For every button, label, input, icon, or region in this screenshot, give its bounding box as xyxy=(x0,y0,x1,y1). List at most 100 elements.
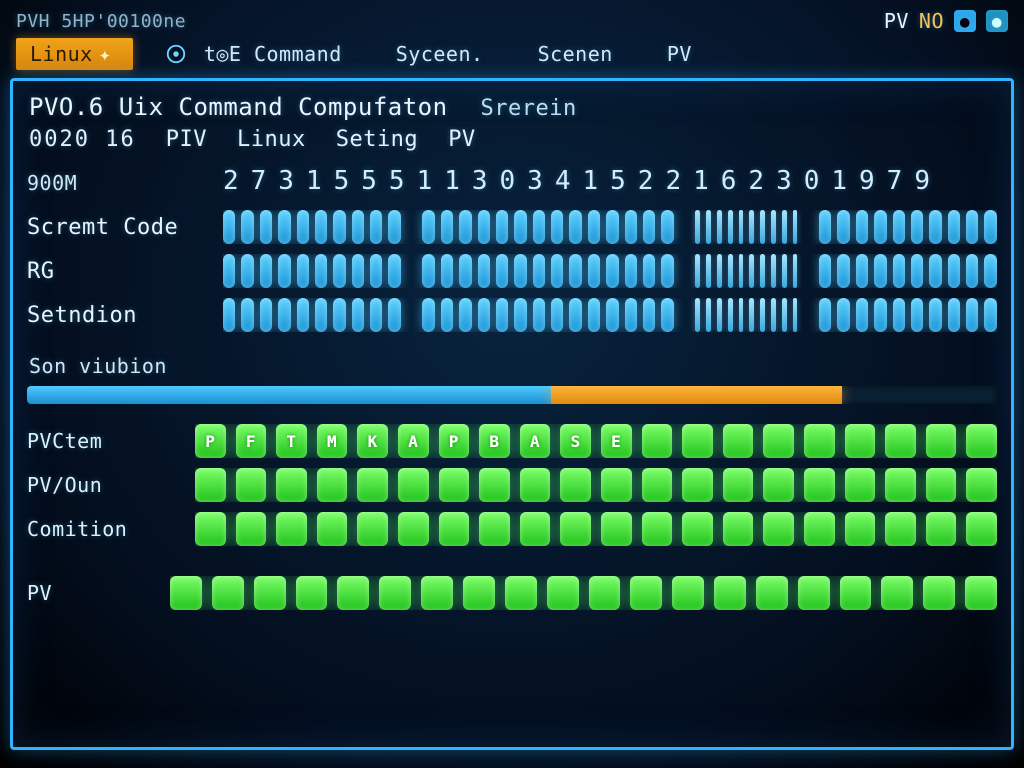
meter-cell xyxy=(569,254,581,288)
indicator-block xyxy=(714,576,746,610)
meter-cell xyxy=(837,210,849,244)
meter-cell xyxy=(874,254,886,288)
meter-cell-thin xyxy=(728,298,733,332)
indicator-block xyxy=(965,576,997,610)
meter-cell xyxy=(966,210,978,244)
lower-row-blocks xyxy=(195,468,997,502)
meter-cell-thin xyxy=(717,254,722,288)
indicator-block: S xyxy=(560,424,591,458)
meter-cell xyxy=(260,254,272,288)
indicator-block xyxy=(236,468,267,502)
meter-cell-thin xyxy=(771,254,776,288)
meter-cell xyxy=(625,254,637,288)
crt-screen: PVH 5HP'00100ne PV NO ● ● Linux✦ t◎E Com… xyxy=(0,0,1024,768)
matrix-row-label: Scremt Code xyxy=(27,215,207,240)
meter-cell xyxy=(856,210,868,244)
indicator-block xyxy=(439,512,470,546)
meter-cell xyxy=(278,298,290,332)
indicator-block xyxy=(682,512,713,546)
subrow-numbers: 0020 16 xyxy=(29,127,136,152)
tab-pv[interactable]: PV xyxy=(653,38,714,70)
meter-cell xyxy=(441,254,453,288)
indicator-block xyxy=(317,468,348,502)
panel-title-text: PVO.6 Uix Command Compufaton xyxy=(29,93,448,121)
meter-cell xyxy=(422,210,434,244)
meter-cell xyxy=(837,254,849,288)
indicator-block xyxy=(642,512,673,546)
meter-cell xyxy=(223,298,235,332)
tab-label: Syceen. xyxy=(396,42,484,66)
indicator-block xyxy=(763,424,794,458)
panel-subrow: 0020 16 PIV Linux Seting PV xyxy=(29,127,997,152)
meter-cell xyxy=(606,210,618,244)
indicator-block xyxy=(881,576,913,610)
meter-cell xyxy=(278,210,290,244)
status-left-text: PVH 5HP'00100ne xyxy=(16,11,186,32)
indicator-block xyxy=(885,424,916,458)
meter-cell xyxy=(911,210,923,244)
indicator-block xyxy=(682,424,713,458)
meter-cell xyxy=(911,254,923,288)
indicator-block xyxy=(840,576,872,610)
footer-label: PV xyxy=(27,581,160,605)
matrix-row-label: RG xyxy=(27,259,207,284)
lower-grid: PVCtemPFTMKAPBASEPV/OunComition xyxy=(27,424,997,546)
tab-linux[interactable]: Linux✦ xyxy=(16,38,133,70)
meter-cell xyxy=(241,298,253,332)
progress-bar[interactable] xyxy=(27,386,997,404)
meter-cell xyxy=(297,210,309,244)
meter-cell xyxy=(333,254,345,288)
meter-cell xyxy=(569,210,581,244)
indicator-block xyxy=(195,512,226,546)
indicator-block xyxy=(357,468,388,502)
indicator-block xyxy=(505,576,537,610)
meter-cell xyxy=(370,254,382,288)
tab-scenen[interactable]: Scenen xyxy=(524,38,635,70)
meter-cell-thin xyxy=(717,210,722,244)
meter-cell xyxy=(661,298,673,332)
meter-cell-thin xyxy=(695,254,700,288)
meter-cell xyxy=(551,298,563,332)
meter-cell xyxy=(241,210,253,244)
indicator-block xyxy=(804,512,835,546)
indicator-block xyxy=(763,468,794,502)
tab-syceen[interactable]: Syceen. xyxy=(382,38,506,70)
meter-cell xyxy=(984,254,996,288)
meter-cell xyxy=(370,298,382,332)
meter-cell xyxy=(315,210,327,244)
meter-cell xyxy=(643,298,655,332)
indicator-block: A xyxy=(520,424,551,458)
lower-row-blocks xyxy=(195,512,997,546)
meter-cell-thin xyxy=(793,210,798,244)
indicator-block xyxy=(642,424,673,458)
meter-cell xyxy=(422,298,434,332)
meter-cell xyxy=(352,298,364,332)
indicator-block xyxy=(756,576,788,610)
indicator-block xyxy=(672,576,704,610)
meter-cell xyxy=(893,254,905,288)
indicator-block xyxy=(170,576,202,610)
tab-command[interactable]: t◎E Command xyxy=(151,38,364,70)
meter-cell xyxy=(929,298,941,332)
indicator-block: F xyxy=(236,424,267,458)
meter-cell-thin xyxy=(728,254,733,288)
matrix-row-bars xyxy=(223,210,997,244)
tab-label: Linux xyxy=(30,42,93,66)
meter-cell-thin xyxy=(695,210,700,244)
subrow-item: Linux xyxy=(237,127,306,152)
indicator-block xyxy=(520,512,551,546)
meter-cell-thin xyxy=(760,298,765,332)
meter-cell xyxy=(533,210,545,244)
indicator-block xyxy=(601,512,632,546)
meter-cell xyxy=(496,210,508,244)
tab-label: PV xyxy=(667,42,692,66)
meter-cell-thin xyxy=(706,298,711,332)
indicator-block xyxy=(337,576,369,610)
sparkle-icon: ✦ xyxy=(99,42,112,66)
meter-cell xyxy=(893,210,905,244)
indicator-block xyxy=(398,512,429,546)
progress-fill-blue xyxy=(27,386,551,404)
meter-cell xyxy=(388,210,400,244)
meter-cell xyxy=(315,298,327,332)
indicator-block xyxy=(804,424,835,458)
